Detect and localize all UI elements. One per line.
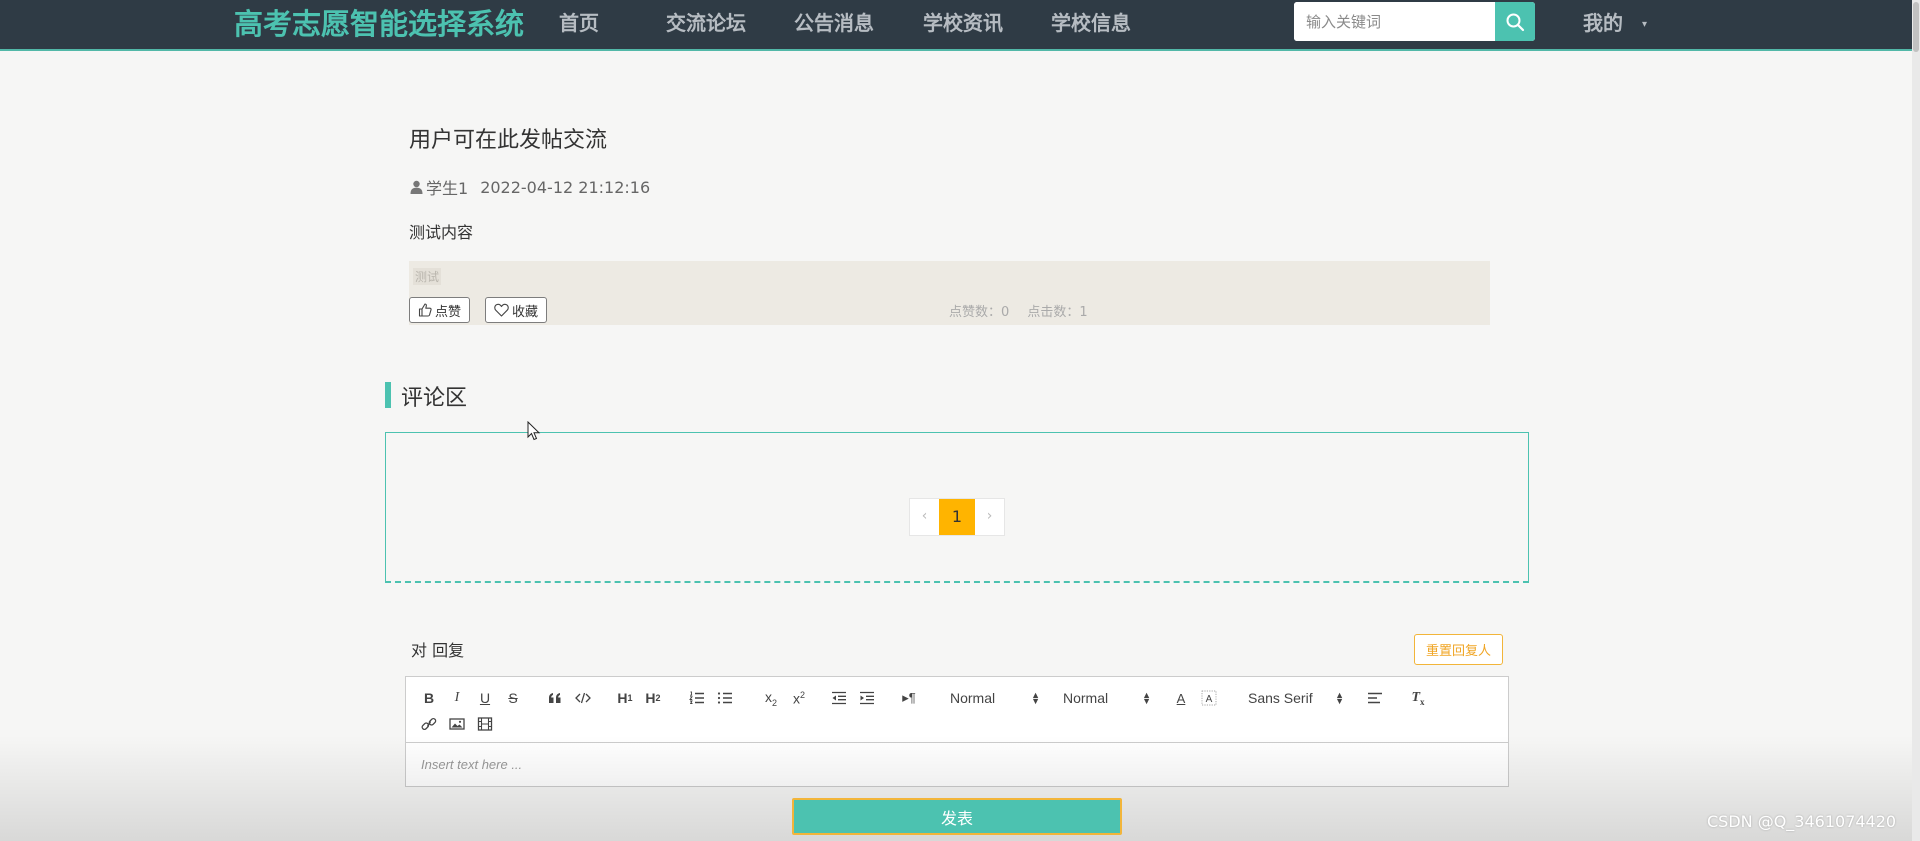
underline-button[interactable]: U (476, 687, 494, 709)
search-box (1294, 2, 1535, 41)
post-stats: 点赞数：0 点击数：1 (949, 301, 1092, 320)
nav-item-school-info[interactable]: 学校信息 (1051, 8, 1131, 38)
heading-1-button[interactable]: H1 (614, 687, 636, 709)
image-icon[interactable] (448, 713, 466, 735)
nav-item-announcements[interactable]: 公告消息 (794, 8, 874, 38)
collect-button[interactable]: 收藏 (485, 297, 548, 323)
page-scrollbar[interactable] (1912, 0, 1920, 841)
user-icon (410, 180, 423, 194)
pagination: ‹ 1 › (909, 498, 1005, 536)
post-title: 用户可在此发帖交流 (409, 128, 608, 153)
editor-toolbar: B I U S H1 H2 x2 x2 ▸¶ Normal ▲ ▼ Normal… (406, 677, 1508, 743)
click-count: 点击数：1 (1027, 305, 1088, 320)
header-size-select[interactable]: Normal ▲ ▼ (950, 687, 1040, 709)
post-time: 2022-04-12 21:12:16 (480, 177, 651, 197)
ordered-list-icon[interactable] (688, 687, 706, 709)
post-footer: 测试 点赞 收藏 点赞数：0 点击数：1 (409, 261, 1490, 325)
section-accent-bar (385, 382, 391, 408)
user-menu[interactable]: 我的 ▾ (1583, 8, 1647, 38)
site-brand[interactable]: 高考志愿智能选择系统 (234, 4, 524, 44)
outdent-icon[interactable] (830, 687, 848, 709)
reply-target-label: 对 回复 (411, 641, 465, 660)
text-color-icon[interactable]: A (1172, 687, 1190, 709)
indent-icon[interactable] (858, 687, 876, 709)
comment-section-title: 评论区 (401, 386, 468, 411)
header-size-value: Normal (950, 690, 996, 706)
like-button[interactable]: 点赞 (409, 297, 471, 323)
italic-button[interactable]: I (448, 687, 466, 709)
font-family-select[interactable]: Sans Serif ▲ ▼ (1248, 687, 1344, 709)
submit-reply-button[interactable]: 发表 (792, 798, 1122, 835)
like-count: 点赞数：0 (949, 305, 1010, 320)
heart-icon (494, 303, 509, 317)
blockquote-icon[interactable] (546, 687, 564, 709)
user-menu-label: 我的 (1583, 11, 1623, 35)
search-input[interactable] (1294, 2, 1494, 41)
post-meta: 学生1 2022-04-12 21:12:16 (410, 175, 650, 199)
strikethrough-button[interactable]: S (504, 687, 522, 709)
select-arrows-icon: ▲ ▼ (1142, 690, 1151, 706)
pagination-page-1[interactable]: 1 (939, 499, 975, 535)
mouse-cursor-icon (527, 421, 541, 441)
rich-text-editor: B I U S H1 H2 x2 x2 ▸¶ Normal ▲ ▼ Normal… (405, 676, 1509, 787)
post-author[interactable]: 学生1 (426, 175, 468, 199)
text-direction-icon[interactable]: ▸¶ (900, 687, 918, 709)
font-size-value: Normal (1063, 690, 1109, 706)
clear-format-icon[interactable]: Tx (1409, 687, 1427, 709)
reset-reply-button[interactable]: 重置回复人 (1414, 634, 1503, 665)
select-arrows-icon: ▲ ▼ (1335, 690, 1344, 706)
editor-placeholder: Insert text here ... (421, 757, 523, 772)
link-icon[interactable] (420, 713, 438, 735)
background-color-icon[interactable]: A (1200, 687, 1218, 709)
thumbs-up-icon (418, 303, 432, 317)
font-family-value: Sans Serif (1248, 690, 1313, 706)
align-icon[interactable] (1366, 687, 1384, 709)
scrollbar-thumb[interactable] (1913, 2, 1919, 52)
watermark: CSDN @Q_3461074420 (1707, 812, 1897, 831)
post-tag: 测试 (413, 268, 442, 285)
nav-item-school-news[interactable]: 学校资讯 (923, 8, 1003, 38)
post-content: 测试内容 (409, 223, 474, 242)
subscript-button[interactable]: x2 (760, 687, 782, 709)
collect-button-label: 收藏 (512, 304, 539, 320)
svg-text:A: A (1206, 694, 1213, 705)
top-navbar: 高考志愿智能选择系统 首页 交流论坛 公告消息 学校资讯 学校信息 我的 ▾ (0, 0, 1920, 51)
bold-button[interactable]: B (420, 687, 438, 709)
video-icon[interactable] (476, 713, 494, 735)
like-button-label: 点赞 (435, 304, 462, 320)
nav-item-home[interactable]: 首页 (559, 8, 599, 38)
nav-item-forum[interactable]: 交流论坛 (666, 8, 746, 38)
select-arrows-icon: ▲ ▼ (1031, 690, 1040, 706)
pagination-next-button[interactable]: › (975, 499, 1004, 535)
superscript-button[interactable]: x2 (788, 687, 810, 709)
code-icon[interactable] (574, 687, 592, 709)
search-button[interactable] (1495, 2, 1535, 41)
font-size-select[interactable]: Normal ▲ ▼ (1063, 687, 1151, 709)
search-icon (1506, 13, 1525, 31)
bullet-list-icon[interactable] (716, 687, 734, 709)
pagination-prev-button[interactable]: ‹ (910, 499, 939, 535)
caret-down-icon: ▾ (1641, 18, 1647, 30)
heading-2-button[interactable]: H2 (642, 687, 664, 709)
editor-content-area[interactable]: Insert text here ... (406, 743, 1508, 786)
